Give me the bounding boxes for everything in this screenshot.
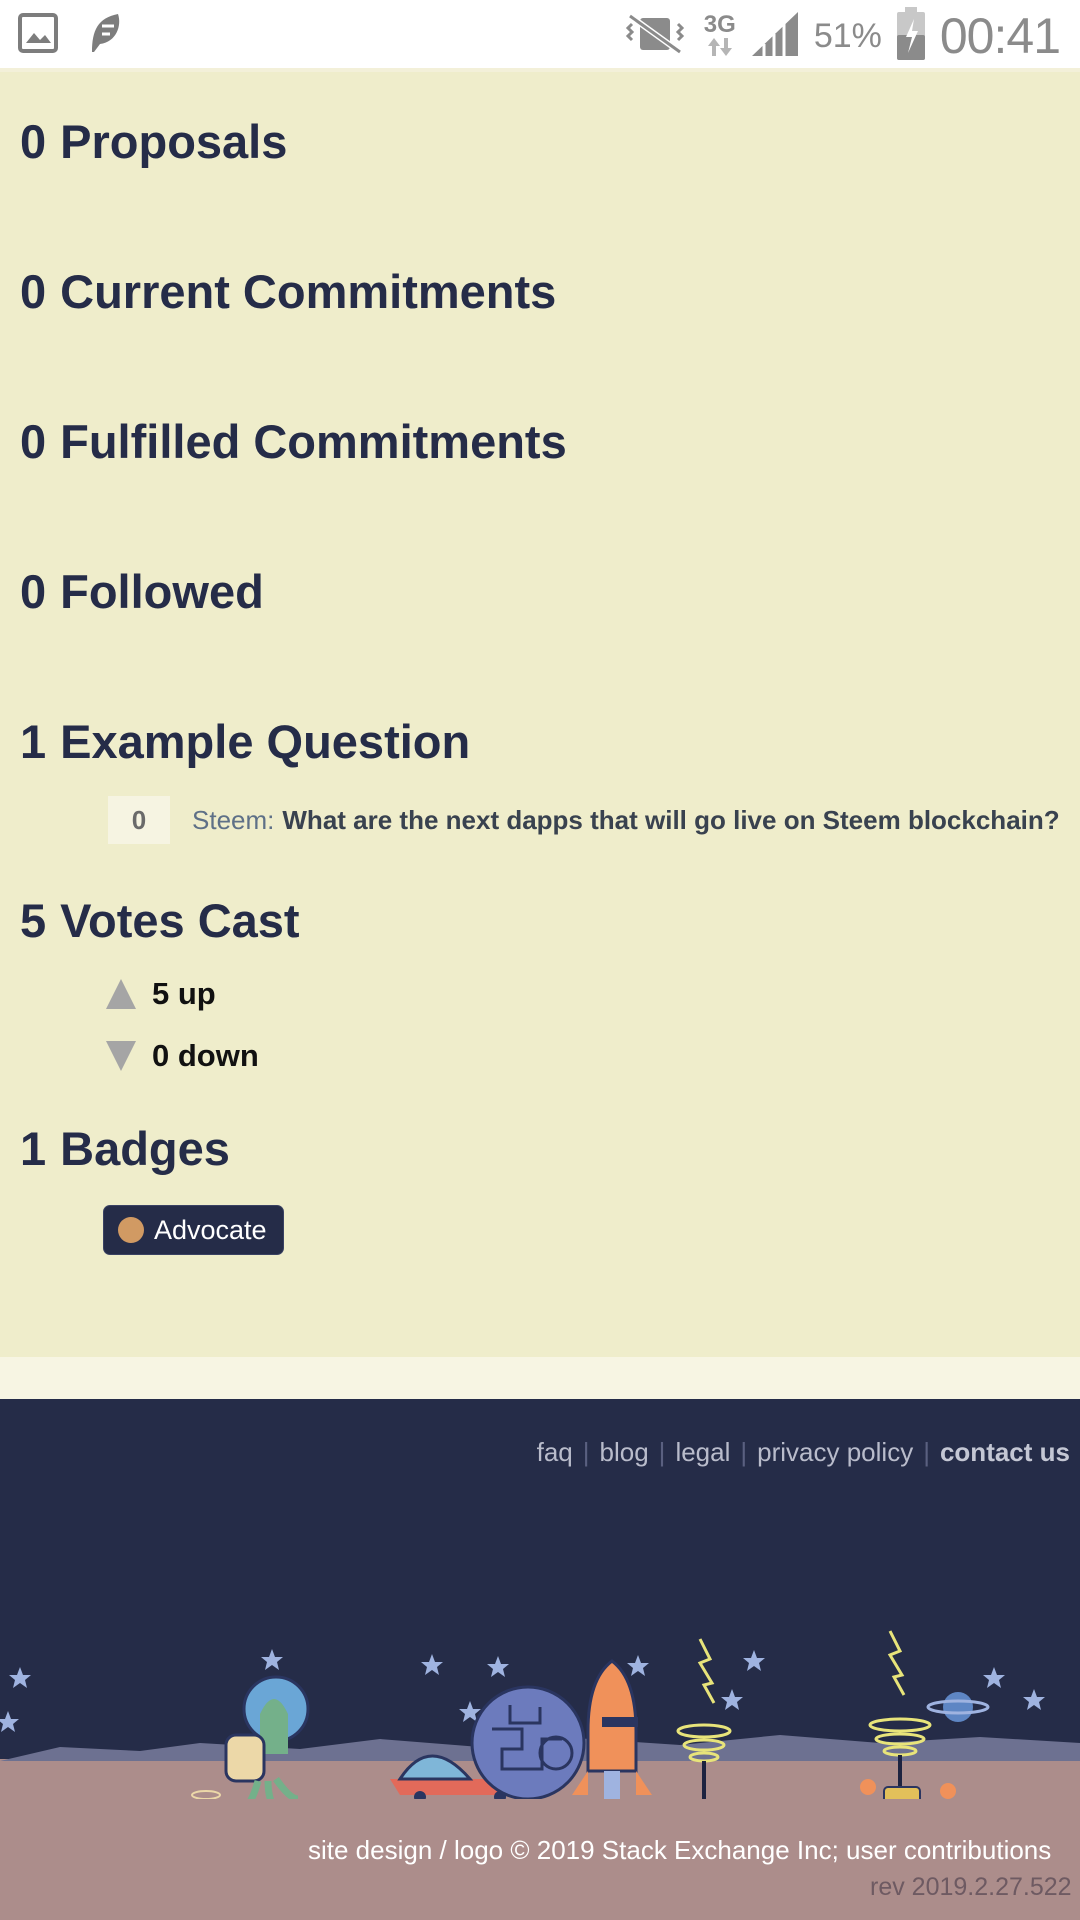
network-3g-icon: 3G	[703, 11, 736, 58]
site-footer: faq | blog | legal | privacy policy | co…	[0, 1399, 1080, 1920]
followed-count: 0	[20, 565, 47, 618]
followed-heading[interactable]: 0 Followed	[20, 564, 264, 619]
question-site-link[interactable]: Steem	[192, 805, 267, 836]
badges-label: Badges	[60, 1122, 230, 1175]
example-question-count: 1	[20, 715, 47, 768]
status-bar-right: 3G 51% 00:41	[620, 6, 1061, 66]
fulfilled-commitments-label: Fulfilled Commitments	[60, 415, 567, 468]
badges-count: 1	[20, 1122, 47, 1175]
upvotes-count: 5 up	[152, 976, 216, 1011]
footer-separator: |	[658, 1437, 666, 1467]
footer-link-faq[interactable]: faq	[537, 1437, 573, 1468]
votes-cast-label: Votes Cast	[60, 894, 300, 947]
example-question-heading[interactable]: 1 Example Question	[20, 714, 470, 769]
footer-copyright: site design / logo © 2019 Stack Exchange…	[308, 1835, 1052, 1865]
footer-separator: |	[740, 1437, 748, 1467]
question-site-separator: :	[267, 804, 275, 835]
followed-label: Followed	[60, 565, 264, 618]
vibrate-off-icon	[620, 12, 690, 61]
upvote-arrow-icon	[106, 979, 136, 1009]
app-leaf-icon	[88, 12, 124, 59]
downvote-arrow-icon	[106, 1041, 136, 1071]
badges-heading[interactable]: 1 Badges	[20, 1121, 230, 1176]
battery-percent: 51%	[813, 16, 882, 55]
status-bar: 3G 51% 00:41	[0, 0, 1080, 72]
battery-icon	[896, 6, 926, 66]
status-bar-left	[18, 10, 124, 60]
network-label: 3G	[703, 11, 736, 38]
proposals-heading[interactable]: 0 Proposals	[20, 114, 287, 169]
proposals-count: 0	[20, 115, 47, 168]
current-commitments-heading[interactable]: 0 Current Commitments	[20, 264, 556, 319]
advocate-badge[interactable]: Advocate	[103, 1205, 284, 1255]
footer-link-privacy[interactable]: privacy policy	[757, 1437, 913, 1468]
votes-cast-count: 5	[20, 894, 47, 947]
status-time: 00:41	[939, 8, 1061, 64]
fulfilled-commitments-heading[interactable]: 0 Fulfilled Commitments	[20, 414, 567, 469]
current-commitments-count: 0	[20, 265, 47, 318]
question-vote-count: 0	[108, 796, 170, 844]
upvotes-row: 5 up	[106, 976, 216, 1012]
footer-links: faq | blog | legal | privacy policy | co…	[537, 1437, 1070, 1468]
profile-activity: 0 Proposals 0 Current Commitments 0 Fulfill…	[0, 72, 1080, 1357]
current-commitments-label: Current Commitments	[60, 265, 557, 318]
bronze-badge-icon	[118, 1217, 144, 1243]
badge-name: Advocate	[154, 1214, 267, 1245]
downvotes-row: 0 down	[106, 1038, 259, 1074]
question-item[interactable]: 0 Steem: What are the next dapps that wi…	[108, 796, 1060, 844]
footer-link-contact[interactable]: contact us	[940, 1437, 1070, 1468]
fulfilled-commitments-count: 0	[20, 415, 47, 468]
example-question-label: Example Question	[60, 715, 471, 768]
footer-link-legal[interactable]: legal	[675, 1437, 730, 1468]
footer-separator: |	[923, 1437, 930, 1467]
proposals-label: Proposals	[60, 115, 288, 168]
signal-icon	[750, 10, 800, 63]
downvotes-count: 0 down	[152, 1038, 259, 1073]
footer-separator: |	[582, 1437, 590, 1467]
question-title-link[interactable]: What are the next dapps that will go liv…	[282, 805, 1059, 836]
footer-revision: rev 2019.2.27.522	[870, 1873, 1072, 1901]
gallery-icon	[18, 12, 58, 58]
footer-divider	[0, 1357, 1080, 1399]
footer-link-blog[interactable]: blog	[600, 1437, 649, 1468]
space-illustration	[0, 1630, 1080, 1799]
votes-cast-heading[interactable]: 5 Votes Cast	[20, 893, 300, 948]
